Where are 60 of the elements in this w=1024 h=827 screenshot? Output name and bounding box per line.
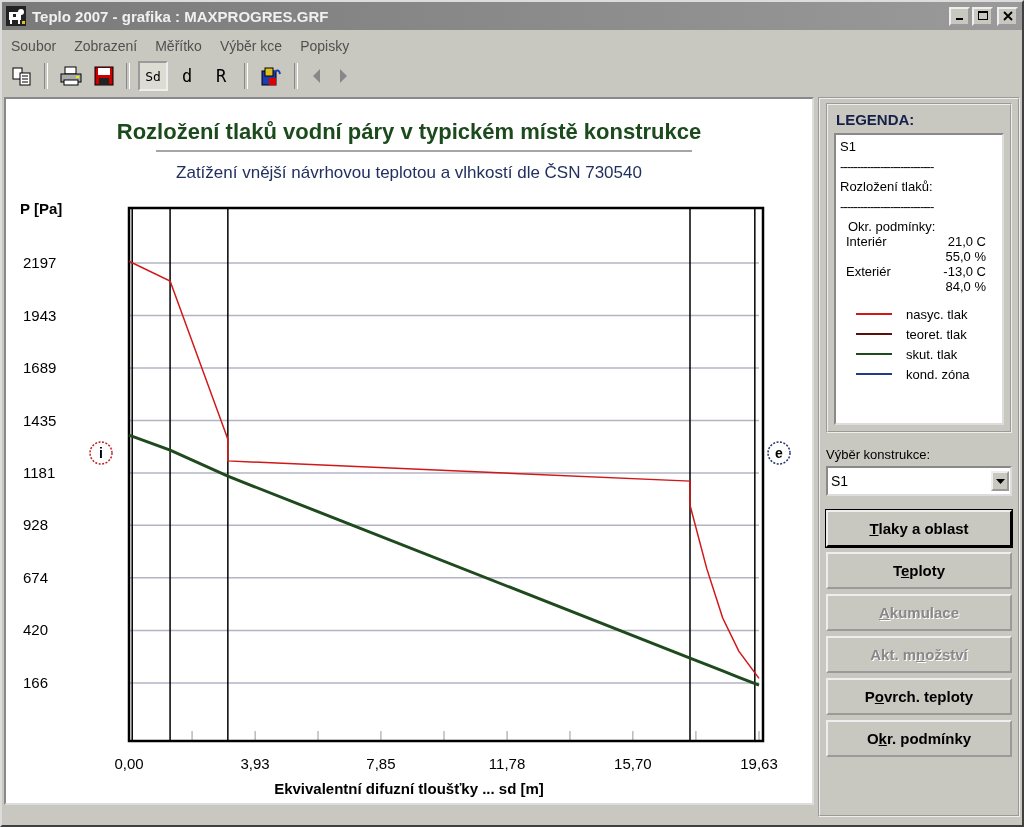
separator-text: ---------------------------- <box>840 159 935 174</box>
view-mode-button[interactable]: d <box>172 61 202 91</box>
x-axis-label: Ekvivalentní difuzní tloušťky ... sd [m] <box>274 780 544 797</box>
menu-item[interactable]: Popisky <box>300 38 350 54</box>
menu-item[interactable]: Výběr kce <box>219 38 283 54</box>
construction-label: Výběr konstrukce: <box>826 447 932 462</box>
construction-name: S1 <box>840 139 857 154</box>
y-tick-label: 420 <box>23 621 49 639</box>
legend-heading: Rozložení tlaků: <box>840 179 934 194</box>
x-tick-label: 7,85 <box>366 755 396 772</box>
menu-item[interactable]: Zobrazení <box>74 38 138 54</box>
y-tick-label: 2197 <box>23 254 57 271</box>
condition-label: Interiér <box>846 234 887 251</box>
legend-label: skut. tlak <box>906 346 958 362</box>
y-axis-label: P [Pa] <box>20 200 63 217</box>
view-mode-button[interactable]: R <box>206 61 236 91</box>
minimize-icon <box>956 18 963 20</box>
maximize-icon <box>977 11 988 21</box>
conditions-title: Okr. podmínky: <box>848 219 937 234</box>
minimize-button[interactable] <box>949 6 970 26</box>
x-tick-label: 11,78 <box>488 755 526 772</box>
caret-icon <box>995 478 1005 484</box>
y-tick-label: 1435 <box>23 411 57 429</box>
separator-text: ---------------------------- <box>840 199 935 214</box>
maximize-button[interactable] <box>972 6 993 26</box>
menu-item[interactable]: Soubor <box>11 38 57 54</box>
view-mode-button[interactable]: Sd <box>138 61 168 91</box>
window-title: Teplo 2007 - grafika : MAXPROGRES.GRF <box>32 7 330 25</box>
condition-value: -13,0 C <box>943 264 986 279</box>
legend-title: LEGENDA: <box>836 111 916 128</box>
condition-value: 55,0 % <box>945 249 986 264</box>
x-tick-label: 3,93 <box>240 755 270 772</box>
chart-title: Rozložení tlaků vodní páry v typickém místě konstrukce <box>116 119 702 144</box>
y-tick-label: 1943 <box>23 306 57 324</box>
legend-label: teoret. tlak <box>906 326 967 342</box>
action-button[interactable]: Okr. podmínky <box>826 720 1012 757</box>
condition-value: 84,0 % <box>945 279 986 294</box>
interior-marker: i <box>89 441 113 465</box>
chart-subtitle: Zatížení vnější návrhovou teplotou a vlhkostí dle ČSN 730540 <box>176 163 642 182</box>
y-tick-label: 1689 <box>23 359 57 376</box>
x-tick-label: 0,00 <box>114 755 144 772</box>
close-button[interactable] <box>997 6 1018 26</box>
y-tick-label: 1181 <box>23 464 56 482</box>
construction-dropdown[interactable]: S1 <box>826 466 1012 496</box>
x-tick-label: 19,63 <box>740 755 778 772</box>
exterior-marker: e <box>767 441 791 465</box>
condition-value: 21,0 C <box>947 234 986 249</box>
legend-label: kond. zóna <box>906 366 970 382</box>
action-button[interactable]: Povrch. teploty <box>826 678 1012 715</box>
action-button[interactable]: Teploty <box>826 552 1012 589</box>
action-button[interactable]: Tlaky a oblast <box>826 510 1012 547</box>
menu-item[interactable]: Měřítko <box>155 38 202 54</box>
close-icon <box>1002 11 1013 21</box>
y-tick-label: 928 <box>23 516 49 534</box>
x-tick-label: 15,70 <box>614 755 652 772</box>
y-tick-label: 166 <box>23 673 49 691</box>
condition-label: Exteriér <box>846 264 891 281</box>
cow-icon <box>6 6 26 26</box>
legend-label: nasyc. tlak <box>906 306 968 322</box>
y-tick-label: 674 <box>23 568 49 586</box>
